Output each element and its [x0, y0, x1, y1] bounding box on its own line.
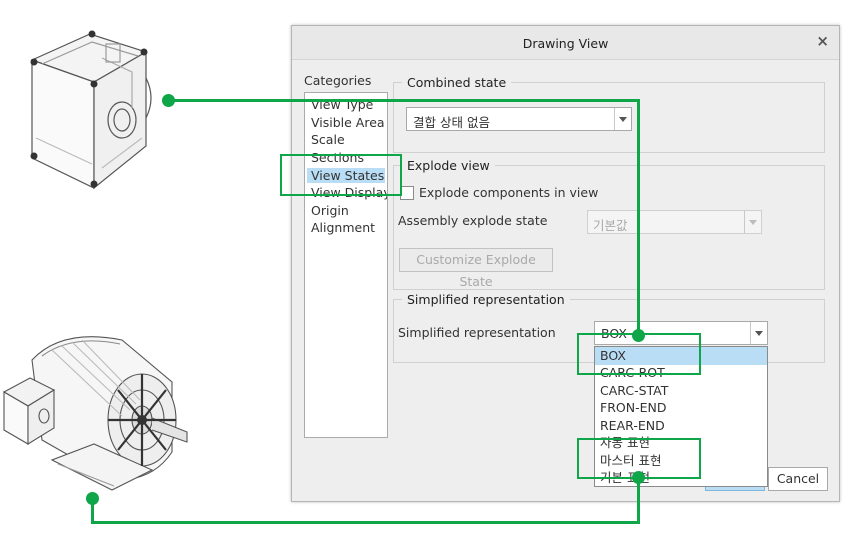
- junction-box-model-icon: [30, 30, 152, 190]
- chevron-down-icon: [614, 108, 631, 130]
- combined-state-select[interactable]: 결합 상태 없음: [406, 107, 632, 131]
- view-states-highlight-box: [280, 154, 402, 196]
- customize-explode-state-button: Customize Explode State: [399, 248, 553, 289]
- category-origin[interactable]: Origin: [311, 203, 349, 218]
- assembly-explode-state-select: 기본값: [587, 210, 762, 234]
- category-visible-area[interactable]: Visible Area: [311, 115, 385, 130]
- explode-components-checkbox[interactable]: [400, 186, 414, 200]
- simplified-representation-title: Simplified representation: [402, 292, 570, 307]
- simplified-representation-label: Simplified representation: [398, 325, 556, 340]
- connector-dot: [632, 471, 645, 484]
- drawing-view-dialog: Drawing View × Categories View Type Visi…: [291, 25, 840, 502]
- chevron-down-icon: [744, 211, 761, 233]
- connector-line: [91, 521, 640, 524]
- explode-components-label: Explode components in view: [419, 185, 599, 200]
- combined-state-title: Combined state: [402, 75, 512, 90]
- cancel-button[interactable]: Cancel: [768, 467, 828, 491]
- dialog-title: Drawing View: [522, 36, 609, 51]
- close-icon[interactable]: ×: [816, 32, 829, 50]
- option-fron-end[interactable]: FRON-END: [595, 399, 767, 417]
- category-scale[interactable]: Scale: [311, 132, 345, 147]
- categories-list[interactable]: View Type Visible Area Scale Sections Vi…: [304, 92, 388, 438]
- chevron-down-icon: [750, 322, 767, 344]
- categories-label: Categories: [304, 73, 372, 88]
- combined-state-value: 결합 상태 없음: [413, 115, 490, 130]
- assembly-explode-state-label: Assembly explode state: [398, 213, 548, 228]
- connector-dot: [162, 94, 175, 107]
- option-rear-end[interactable]: REAR-END: [595, 417, 767, 435]
- connector-dot: [632, 329, 645, 342]
- assembly-explode-state-value: 기본값: [593, 218, 628, 233]
- connector-dot: [86, 492, 99, 505]
- category-alignment[interactable]: Alignment: [311, 220, 375, 235]
- connector-line: [168, 99, 640, 102]
- electric-motor-model-icon: [2, 336, 188, 491]
- explode-view-title: Explode view: [402, 158, 495, 173]
- connector-line: [637, 99, 640, 336]
- title-bar: Drawing View ×: [292, 26, 839, 60]
- option-carc-stat[interactable]: CARC-STAT: [595, 382, 767, 400]
